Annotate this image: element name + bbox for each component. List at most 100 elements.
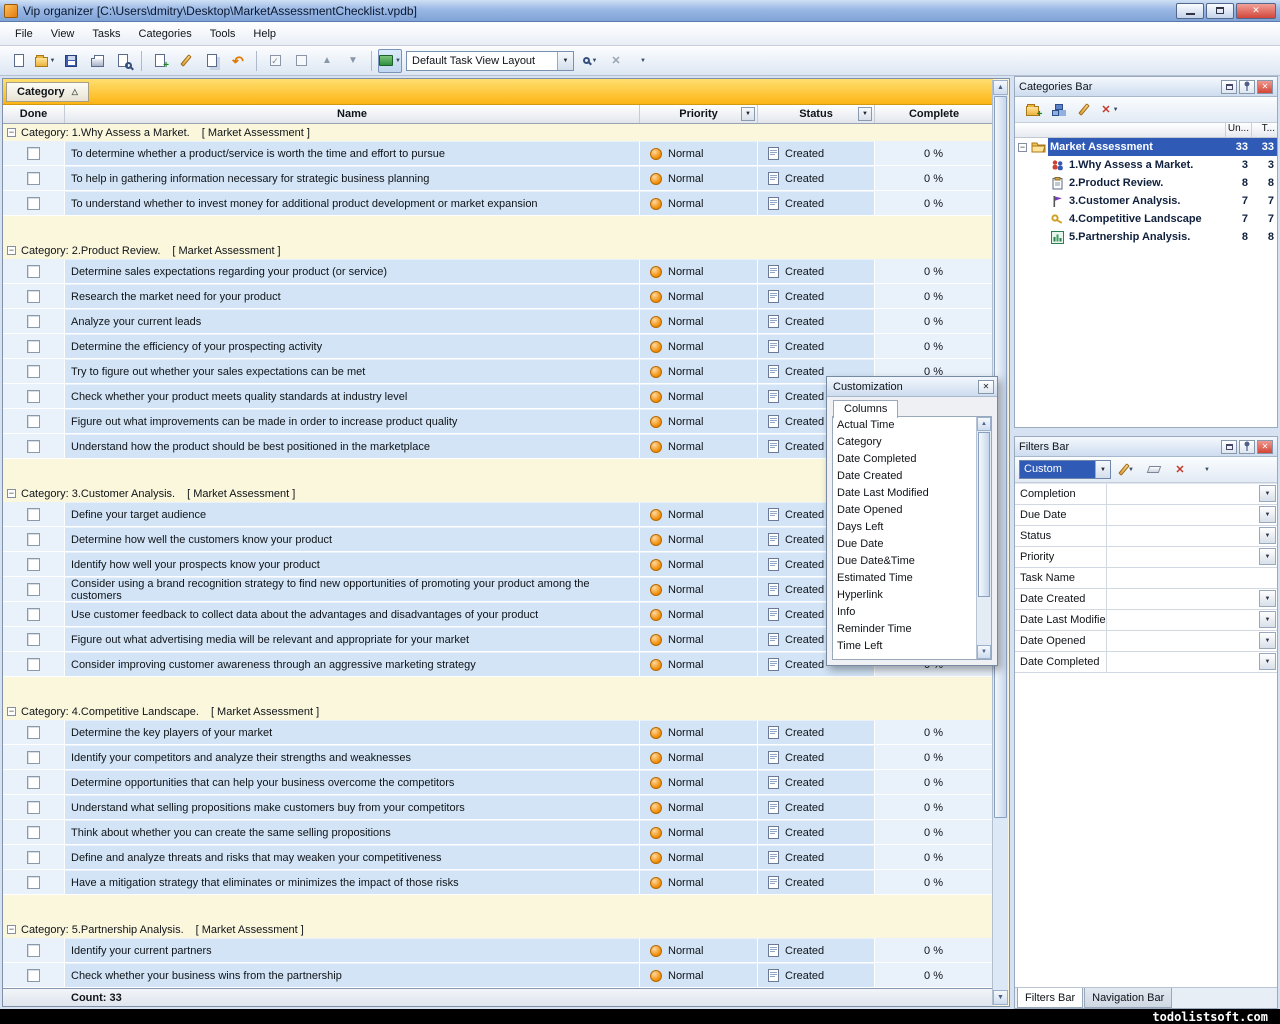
customization-column-item[interactable]: Date Opened	[833, 502, 976, 519]
done-checkbox[interactable]	[27, 826, 40, 839]
task-row[interactable]: Determine the key players of your market…	[3, 720, 993, 745]
task-name-cell[interactable]: To determine whether a product/service i…	[65, 141, 640, 166]
task-name-cell[interactable]: Consider using a brand recognition strat…	[65, 577, 640, 602]
pin-panel-button[interactable]	[1239, 440, 1255, 454]
done-checkbox[interactable]	[27, 608, 40, 621]
move-down-button[interactable]: ▼	[341, 49, 365, 73]
group-header[interactable]: − Category: 2.Product Review. [ Market A…	[3, 242, 993, 259]
status-cell[interactable]: Created	[758, 820, 875, 845]
priority-cell[interactable]: Normal	[640, 627, 758, 652]
customization-column-item[interactable]: Date Completed	[833, 451, 976, 468]
dialog-close-button[interactable]: ✕	[978, 380, 994, 394]
task-row[interactable]: Think about whether you can create the s…	[3, 820, 993, 845]
task-name-cell[interactable]: Determine the efficiency of your prospec…	[65, 334, 640, 359]
done-checkbox[interactable]	[27, 876, 40, 889]
status-filter-button[interactable]: ▼	[858, 107, 872, 121]
menu-item-help[interactable]: Help	[244, 24, 285, 44]
print-preview-button[interactable]	[111, 49, 135, 73]
priority-cell[interactable]: Normal	[640, 527, 758, 552]
task-name-cell[interactable]: Think about whether you can create the s…	[65, 820, 640, 845]
status-cell[interactable]: Created	[758, 334, 875, 359]
task-row[interactable]: Determine opportunities that can help yo…	[3, 770, 993, 795]
toolbar-options-button[interactable]: ▼	[630, 49, 654, 73]
done-checkbox[interactable]	[27, 340, 40, 353]
done-checkbox[interactable]	[27, 197, 40, 210]
priority-cell[interactable]: Normal	[640, 870, 758, 895]
clear-filter-button[interactable]	[1142, 458, 1166, 482]
done-checkbox[interactable]	[27, 265, 40, 278]
task-name-cell[interactable]: To help in gathering information necessa…	[65, 166, 640, 191]
task-name-cell[interactable]: To understand whether to invest money fo…	[65, 191, 640, 216]
menu-item-tasks[interactable]: Tasks	[83, 24, 129, 44]
status-cell[interactable]: Created	[758, 963, 875, 988]
customization-column-item[interactable]: Date Last Modified	[833, 485, 976, 502]
status-cell[interactable]: Created	[758, 845, 875, 870]
task-row[interactable]: Identify your competitors and analyze th…	[3, 745, 993, 770]
filter-value-field[interactable]: ▼	[1107, 505, 1277, 525]
collapse-group-icon[interactable]: −	[7, 128, 16, 137]
group-by-category-button[interactable]: Category △	[6, 82, 89, 102]
status-cell[interactable]: Created	[758, 191, 875, 216]
name-column-header[interactable]: Name	[65, 105, 640, 123]
undo-button[interactable]: ↶	[226, 49, 250, 73]
customization-column-item[interactable]: Date Created	[833, 468, 976, 485]
task-row[interactable]: To help in gathering information necessa…	[3, 166, 993, 191]
collapse-group-icon[interactable]: −	[7, 246, 16, 255]
task-name-cell[interactable]: Understand how the product should be bes…	[65, 434, 640, 459]
priority-cell[interactable]: Normal	[640, 720, 758, 745]
task-name-cell[interactable]: Figure out what improvements can be made…	[65, 409, 640, 434]
priority-cell[interactable]: Normal	[640, 770, 758, 795]
priority-cell[interactable]: Normal	[640, 577, 758, 602]
done-checkbox[interactable]	[27, 290, 40, 303]
customization-column-item[interactable]: Category	[833, 434, 976, 451]
priority-cell[interactable]: Normal	[640, 652, 758, 677]
priority-cell[interactable]: Normal	[640, 166, 758, 191]
priority-cell[interactable]: Normal	[640, 434, 758, 459]
close-panel-button[interactable]: ✕	[1257, 440, 1273, 454]
done-checkbox[interactable]	[27, 944, 40, 957]
filter-value-field[interactable]: ▼	[1107, 526, 1277, 546]
priority-column-header[interactable]: Priority▼	[640, 105, 758, 123]
edit-category-button[interactable]	[1072, 98, 1096, 122]
new-document-button[interactable]	[7, 49, 31, 73]
done-checkbox[interactable]	[27, 390, 40, 403]
filter-dropdown-icon[interactable]: ▼	[1259, 485, 1276, 502]
customization-column-item[interactable]: Hyperlink	[833, 587, 976, 604]
filter-dropdown-icon[interactable]: ▼	[1259, 611, 1276, 628]
priority-cell[interactable]: Normal	[640, 191, 758, 216]
filter-dropdown-icon[interactable]: ▼	[1259, 527, 1276, 544]
category-tree-item[interactable]: 4.Competitive Landscape 7 7	[1015, 210, 1277, 228]
restore-panel-button[interactable]	[1221, 440, 1237, 454]
done-checkbox[interactable]	[27, 533, 40, 546]
task-name-cell[interactable]: Check whether your business wins from th…	[65, 963, 640, 988]
filter-value-field[interactable]: ▼	[1107, 631, 1277, 651]
customization-column-item[interactable]: Due Date	[833, 536, 976, 553]
priority-cell[interactable]: Normal	[640, 845, 758, 870]
task-row[interactable]: Analyze your current leads Normal Create…	[3, 309, 993, 334]
mark-uncomplete-button[interactable]	[289, 49, 313, 73]
done-checkbox[interactable]	[27, 558, 40, 571]
group-header[interactable]: − Category: 1.Why Assess a Market. [ Mar…	[3, 124, 993, 141]
task-name-cell[interactable]: Have a mitigation strategy that eliminat…	[65, 870, 640, 895]
done-checkbox[interactable]	[27, 776, 40, 789]
filter-dropdown-icon[interactable]: ▼	[1259, 548, 1276, 565]
task-row[interactable]: To determine whether a product/service i…	[3, 141, 993, 166]
task-row[interactable]: Have a mitigation strategy that eliminat…	[3, 870, 993, 895]
priority-cell[interactable]: Normal	[640, 309, 758, 334]
task-row[interactable]: Determine sales expectations regarding y…	[3, 259, 993, 284]
close-button[interactable]: ✕	[1236, 3, 1276, 19]
priority-cell[interactable]: Normal	[640, 409, 758, 434]
task-name-cell[interactable]: Identify your current partners	[65, 938, 640, 963]
done-checkbox[interactable]	[27, 508, 40, 521]
done-checkbox[interactable]	[27, 440, 40, 453]
scroll-up-icon[interactable]: ▲	[993, 80, 1008, 95]
done-checkbox[interactable]	[27, 726, 40, 739]
status-cell[interactable]: Created	[758, 141, 875, 166]
priority-filter-button[interactable]: ▼	[741, 107, 755, 121]
status-cell[interactable]: Created	[758, 938, 875, 963]
filter-dropdown-icon[interactable]: ▼	[1259, 506, 1276, 523]
filter-dropdown-icon[interactable]: ▼	[1259, 590, 1276, 607]
priority-cell[interactable]: Normal	[640, 552, 758, 577]
collapse-group-icon[interactable]: −	[7, 489, 16, 498]
task-name-cell[interactable]: Define and analyze threats and risks tha…	[65, 845, 640, 870]
